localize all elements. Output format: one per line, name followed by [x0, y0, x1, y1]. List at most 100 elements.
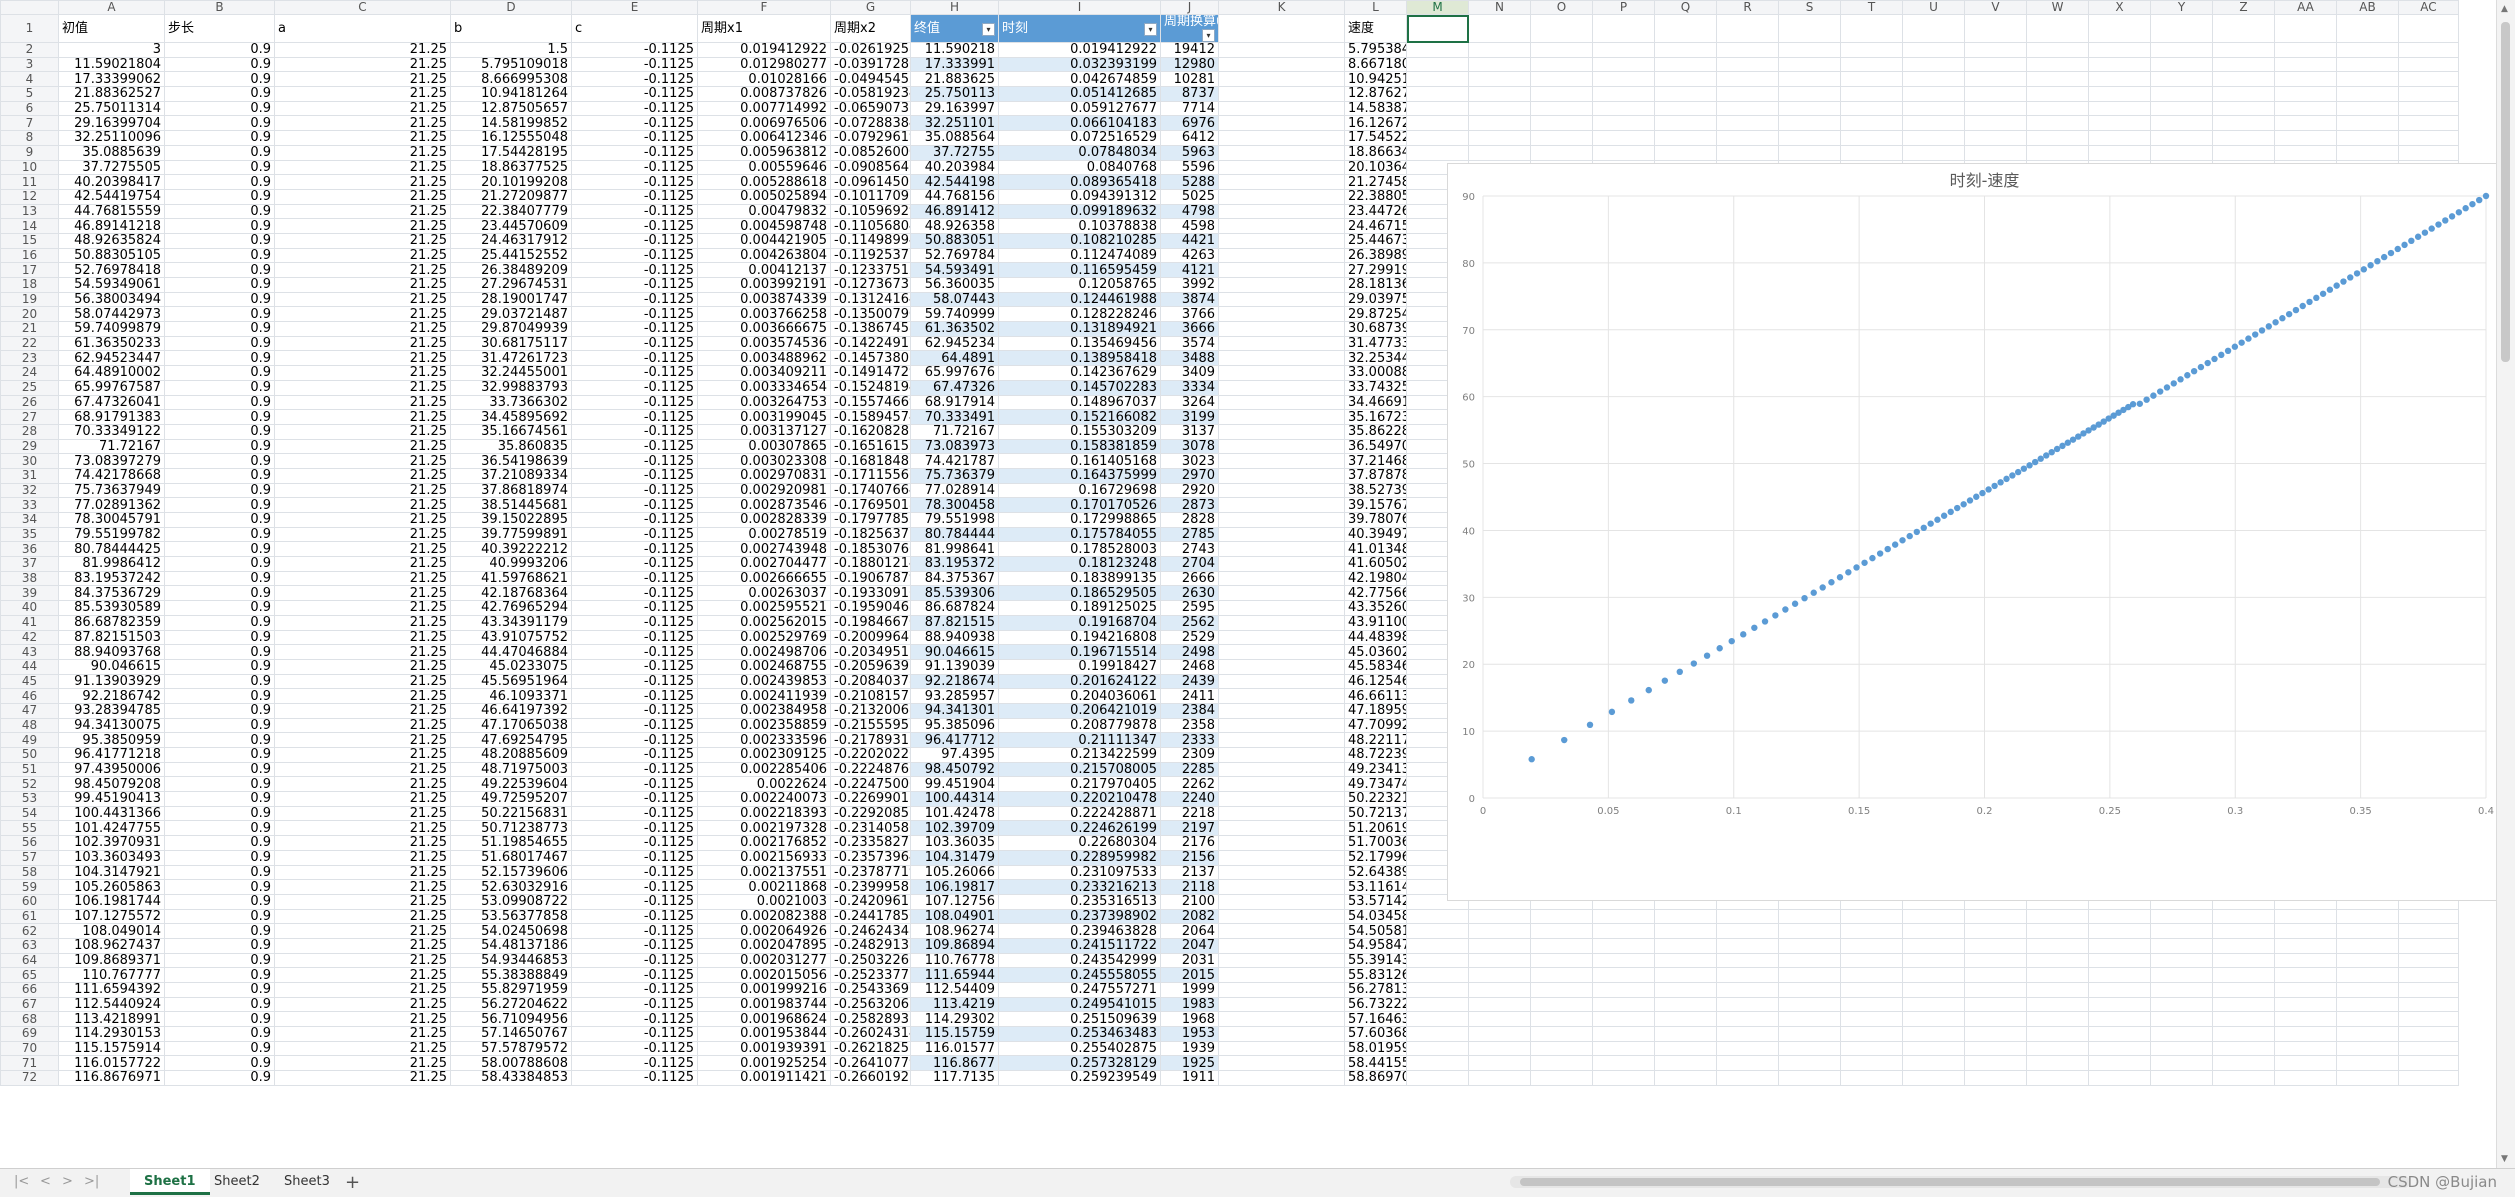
cell[interactable]: 102.3970931 [58, 835, 165, 851]
cell[interactable]: 21.25 [274, 526, 451, 543]
cell[interactable]: -0.22020226 [830, 747, 911, 763]
row-header[interactable]: 44 [0, 658, 59, 675]
cell[interactable] [1778, 144, 1841, 161]
cell[interactable]: -0.1125 [571, 203, 698, 220]
cell[interactable]: 0.9 [164, 42, 275, 58]
cell[interactable]: 0.217970405 [998, 776, 1161, 793]
cell[interactable] [1716, 144, 1779, 161]
sheet-row[interactable]: 66 111.6594392 0.9 21.25 55.82971959 -0.1125 0… [0, 982, 2459, 998]
cell[interactable]: 50.88305105 [58, 247, 165, 264]
tab-sheet3[interactable]: Sheet3 [270, 1169, 344, 1195]
row-header[interactable]: 67 [0, 996, 59, 1013]
cell[interactable]: -0.1125 [571, 262, 698, 278]
cell[interactable]: 0.019412922 [697, 42, 831, 58]
cell[interactable] [2274, 996, 2337, 1013]
row-header[interactable]: 23 [0, 350, 59, 367]
cell[interactable] [2398, 952, 2459, 969]
cell[interactable] [1218, 1011, 1345, 1028]
cell[interactable]: 0.178528003 [998, 541, 1161, 558]
cell[interactable]: 93.285957 [910, 688, 999, 704]
cell[interactable]: 周期x2 [830, 14, 911, 43]
cell[interactable] [2274, 144, 2337, 161]
cell[interactable]: 21.25 [274, 702, 451, 719]
cell[interactable]: 0.9 [164, 776, 275, 793]
cell[interactable]: 47.17065038 [450, 717, 572, 734]
cell[interactable] [2336, 967, 2399, 983]
cell[interactable] [1406, 144, 1469, 161]
cell[interactable]: 0.155303209 [998, 423, 1161, 440]
cell[interactable] [2336, 952, 2399, 969]
cell[interactable]: 0.002920981 [697, 482, 831, 499]
cell[interactable]: 0.9 [164, 820, 275, 837]
cell[interactable] [2026, 1070, 2089, 1086]
cell[interactable]: 67.47326041 [58, 394, 165, 411]
cell[interactable] [1468, 56, 1531, 73]
cell[interactable] [2336, 144, 2399, 161]
cell[interactable] [1778, 982, 1841, 998]
cell[interactable]: 21.27458396 [1344, 174, 1407, 190]
cell[interactable] [1218, 570, 1345, 587]
cell[interactable]: 116.0157722 [58, 1055, 165, 1072]
cell[interactable] [1468, 908, 1531, 925]
cell[interactable]: 0.9 [164, 996, 275, 1013]
cell[interactable] [2274, 1070, 2337, 1086]
cell[interactable] [1902, 1055, 1965, 1072]
cell[interactable] [1218, 291, 1345, 308]
add-sheet-icon[interactable]: + [345, 1172, 360, 1193]
cell[interactable]: 21.25 [274, 717, 451, 734]
cell[interactable] [2026, 996, 2089, 1013]
cell[interactable]: 0.002285406 [697, 761, 831, 778]
cell[interactable]: -0.1125 [571, 996, 698, 1013]
cell[interactable]: 0.9 [164, 1011, 275, 1028]
cell[interactable] [1778, 1040, 1841, 1057]
cell[interactable] [2088, 967, 2151, 983]
cell[interactable] [2088, 86, 2151, 102]
sheet-row[interactable]: 63 108.9627437 0.9 21.25 54.48137186 -0.1125 0… [0, 937, 2459, 954]
row-header[interactable]: 53 [0, 791, 59, 807]
cell[interactable]: 70.33349122 [58, 423, 165, 440]
cell[interactable]: 55.38388849 [450, 967, 572, 983]
cell[interactable] [1778, 923, 1841, 939]
cell[interactable] [2150, 1026, 2213, 1042]
cell[interactable]: 0.9 [164, 512, 275, 528]
cell[interactable]: 55.82971959 [450, 982, 572, 998]
cell[interactable]: 0.005025894 [697, 188, 831, 205]
cell[interactable]: 50.71238773 [450, 820, 572, 837]
cell[interactable]: 108.96274 [910, 923, 999, 939]
sheet-row[interactable]: 9 35.0885639 0.9 21.25 17.54428195 -0.1125 0.0… [0, 144, 2459, 161]
cell[interactable]: 46.1093371 [450, 688, 572, 704]
cell[interactable]: 49.72595207 [450, 791, 572, 807]
cell[interactable] [1592, 56, 1655, 73]
cell[interactable] [1778, 1070, 1841, 1086]
cell[interactable]: 90.046615 [910, 644, 999, 660]
cell[interactable] [1406, 42, 1469, 58]
cell[interactable] [1406, 1040, 1469, 1057]
cell[interactable] [1778, 42, 1841, 58]
cell[interactable] [1902, 952, 1965, 969]
row-header[interactable]: 19 [0, 291, 59, 308]
cell[interactable]: 0.002358859 [697, 717, 831, 734]
cell[interactable]: 0.002137551 [697, 864, 831, 881]
cell[interactable]: 0.007714992 [697, 100, 831, 117]
cell[interactable] [1964, 937, 2027, 954]
cell[interactable]: 2100 [1160, 893, 1219, 910]
cell[interactable] [2336, 115, 2399, 132]
cell[interactable]: 25.44152552 [450, 247, 572, 264]
cell[interactable] [2150, 1070, 2213, 1086]
cell[interactable]: 1.5 [450, 42, 572, 58]
cell[interactable]: 25.44673151 [1344, 232, 1407, 249]
cell[interactable]: 2468 [1160, 658, 1219, 675]
cell[interactable]: -0.23358271 [830, 835, 911, 851]
cell[interactable]: 0.00307865 [697, 438, 831, 455]
cell[interactable]: 周期x1 [697, 14, 831, 43]
cell[interactable]: 117.7135 [910, 1070, 999, 1086]
cell[interactable]: 21.25 [274, 1070, 451, 1086]
cell[interactable] [2150, 71, 2213, 88]
cell[interactable]: 54.48137186 [450, 937, 572, 954]
cell[interactable]: 116.8677 [910, 1055, 999, 1072]
sheet-row[interactable]: 69 114.2930153 0.9 21.25 57.14650767 -0.1125 0… [0, 1026, 2459, 1042]
cell[interactable] [1778, 952, 1841, 969]
cell[interactable] [1406, 982, 1469, 998]
cell[interactable] [1218, 937, 1345, 954]
row-header[interactable]: 35 [0, 526, 59, 543]
